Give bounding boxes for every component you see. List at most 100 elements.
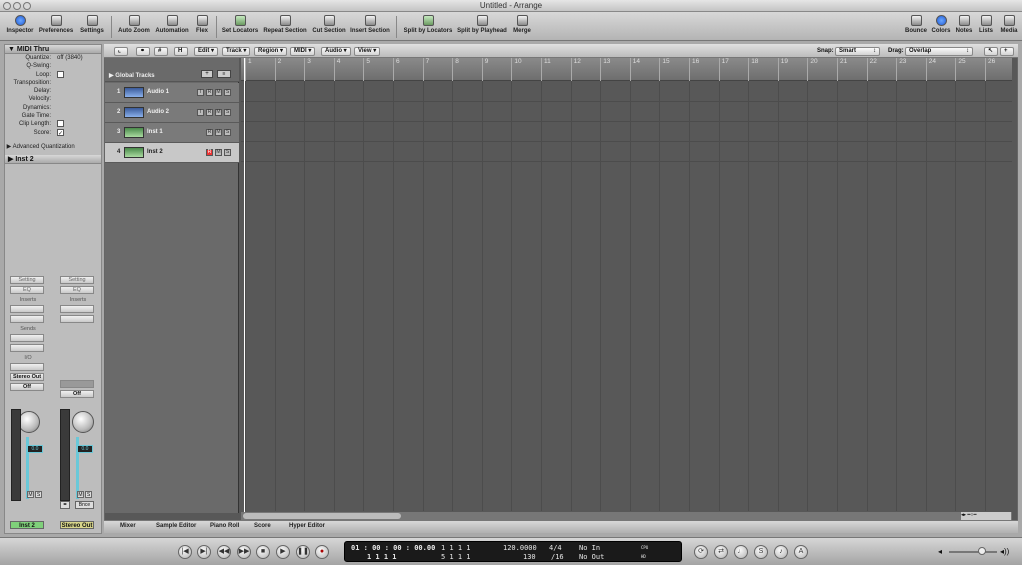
transposition-row[interactable]: Transposition: — [5, 79, 101, 87]
eq-slot[interactable]: EQ — [60, 286, 94, 294]
send-slot[interactable] — [10, 334, 44, 342]
pencil-tool-menu[interactable]: + — [1000, 47, 1014, 56]
input-slot[interactable] — [10, 363, 44, 371]
master-volume-thumb[interactable] — [978, 547, 986, 555]
bar-ruler[interactable]: 1 2 3 4 5 6 7 8 9 10 11 12 13 14 15 16 17 18 19 20 21 22 23 24 2… — [241, 58, 1012, 81]
lists-button[interactable]: Lists — [976, 14, 996, 39]
insert-slot[interactable] — [60, 305, 94, 313]
mute-button[interactable]: M — [215, 109, 222, 116]
mute-button[interactable]: M — [215, 149, 222, 156]
track-row[interactable]: 3 Inst 1 RMS — [105, 123, 239, 143]
link-button[interactable]: ⚭ — [136, 47, 150, 56]
record-enable-button[interactable]: R — [206, 149, 213, 156]
automation-mode-menu[interactable]: Off — [60, 390, 94, 398]
insert-slot[interactable] — [10, 305, 44, 313]
metronome-icon[interactable]: ♪ — [774, 545, 788, 559]
merge-button[interactable]: Merge — [511, 14, 533, 39]
clip-length-checkbox[interactable] — [57, 120, 64, 128]
catch-button[interactable]: # — [154, 47, 168, 56]
tab-piano-roll[interactable]: Piano Roll — [210, 523, 239, 529]
settings-button[interactable]: Settings — [78, 14, 106, 39]
flex-button[interactable]: Flex — [192, 14, 212, 39]
colors-button[interactable]: Colors — [930, 14, 952, 39]
auto-zoom-button[interactable]: Auto Zoom — [117, 14, 151, 39]
loop-row[interactable]: Loop: — [5, 70, 101, 79]
tuner-icon[interactable]: ♩ — [734, 545, 748, 559]
horizontal-scrollbar[interactable]: ◂▸ ━○━ — [241, 512, 1012, 520]
solo-button[interactable]: S — [224, 89, 231, 96]
pan-knob[interactable] — [72, 411, 94, 433]
solo-button[interactable]: S — [224, 109, 231, 116]
score-checkbox[interactable]: ✓ — [57, 128, 64, 137]
gate-time-row[interactable]: Gate Time: — [5, 112, 101, 120]
close-window-button[interactable] — [3, 2, 11, 10]
playhead[interactable] — [244, 58, 245, 513]
cut-section-button[interactable]: Cut Section — [310, 14, 348, 39]
velocity-row[interactable]: Velocity: — [5, 95, 101, 103]
dynamics-row[interactable]: Dynamics: — [5, 104, 101, 112]
tab-sample-editor[interactable]: Sample Editor — [156, 523, 196, 529]
output-slot[interactable]: Stereo Out — [10, 373, 44, 381]
scroll-thumb[interactable] — [243, 513, 401, 519]
cycle-icon[interactable]: ⟳ — [694, 545, 708, 559]
media-button[interactable]: Media — [998, 14, 1020, 39]
go-to-beginning-button[interactable]: |◀ — [178, 545, 192, 559]
stop-button[interactable]: ■ — [256, 545, 270, 559]
snap-select[interactable]: Smart ↕ — [835, 47, 880, 56]
tab-hyper-editor[interactable]: Hyper Editor — [289, 523, 325, 529]
bounce-button[interactable]: Bounce — [904, 14, 928, 39]
notes-button[interactable]: Notes — [954, 14, 974, 39]
fast-forward-button[interactable]: ▶▶ — [237, 545, 251, 559]
setting-slot[interactable]: Setting — [10, 276, 44, 284]
delay-row[interactable]: Delay: — [5, 87, 101, 95]
input-monitor-button[interactable]: I — [197, 109, 204, 116]
record-enable-button[interactable]: R — [206, 89, 213, 96]
track-row[interactable]: 2 Audio 2 IRMS — [105, 103, 239, 123]
record-enable-button[interactable]: R — [206, 109, 213, 116]
marquee-button[interactable]: H — [174, 47, 188, 56]
loop-checkbox[interactable] — [57, 70, 64, 78]
replace-icon[interactable]: ⇄ — [714, 545, 728, 559]
channel-name-label[interactable]: Inst 2 — [10, 521, 44, 529]
region-parameters-header[interactable]: ▼ MIDI Thru — [5, 45, 101, 54]
solo-button[interactable]: S — [224, 149, 231, 156]
advanced-quantization-disclosure[interactable]: ▶ Advanced Quantization — [5, 143, 101, 151]
score-row[interactable]: Score: ✓ — [5, 128, 101, 137]
track-parameters-header[interactable]: ▶ Inst 2 — [5, 155, 101, 165]
insert-section-button[interactable]: Insert Section — [349, 14, 391, 39]
input-monitor-button[interactable]: I — [197, 89, 204, 96]
track-menu[interactable]: Track ▾ — [222, 47, 251, 56]
rewind-button[interactable]: ◀◀ — [217, 545, 231, 559]
track-name[interactable]: Inst 2 — [147, 149, 163, 155]
mute-button[interactable]: M — [215, 89, 222, 96]
setting-slot[interactable]: Setting — [60, 276, 94, 284]
eq-slot[interactable]: EQ — [10, 286, 44, 294]
mute-button[interactable]: M — [27, 491, 34, 498]
region-menu[interactable]: Region ▾ — [254, 47, 288, 56]
view-menu[interactable]: View ▾ — [354, 47, 381, 56]
tab-mixer[interactable]: Mixer — [120, 523, 136, 529]
audio-menu[interactable]: Audio ▾ — [321, 47, 351, 56]
track-name[interactable]: Audio 2 — [147, 109, 169, 115]
inspector-toggle-button[interactable]: ⌞ — [114, 47, 128, 56]
pause-button[interactable]: ❚❚ — [296, 545, 310, 559]
mute-button[interactable]: M — [215, 129, 222, 136]
solo-button[interactable]: S — [35, 491, 42, 498]
track-name[interactable]: Inst 1 — [147, 129, 163, 135]
go-to-end-button[interactable]: ▶| — [197, 545, 211, 559]
transport-lcd[interactable]: 01 : 00 : 00 : 00.00 1 1 1 1 1 1 1 1 5 1… — [344, 541, 682, 562]
solo-button[interactable]: S — [85, 491, 92, 498]
pointer-tool-menu[interactable]: ↖ — [984, 47, 998, 56]
arrange-grid[interactable] — [241, 81, 1012, 511]
edit-menu[interactable]: Edit ▾ — [194, 47, 219, 56]
zoom-slider[interactable]: ◂▸ ━○━ — [961, 512, 1011, 520]
q-swing-row[interactable]: Q-Swing: — [5, 62, 101, 70]
midi-menu[interactable]: MIDI ▾ — [290, 47, 316, 56]
track-name[interactable]: Audio 1 — [147, 89, 169, 95]
insert-slot[interactable] — [10, 315, 44, 323]
inspector-button[interactable]: Inspector — [6, 14, 34, 39]
bounce-button[interactable]: Bnce — [75, 501, 94, 509]
clip-length-row[interactable]: Clip Length: — [5, 120, 101, 128]
send-slot[interactable] — [10, 344, 44, 352]
insert-slot[interactable] — [60, 315, 94, 323]
